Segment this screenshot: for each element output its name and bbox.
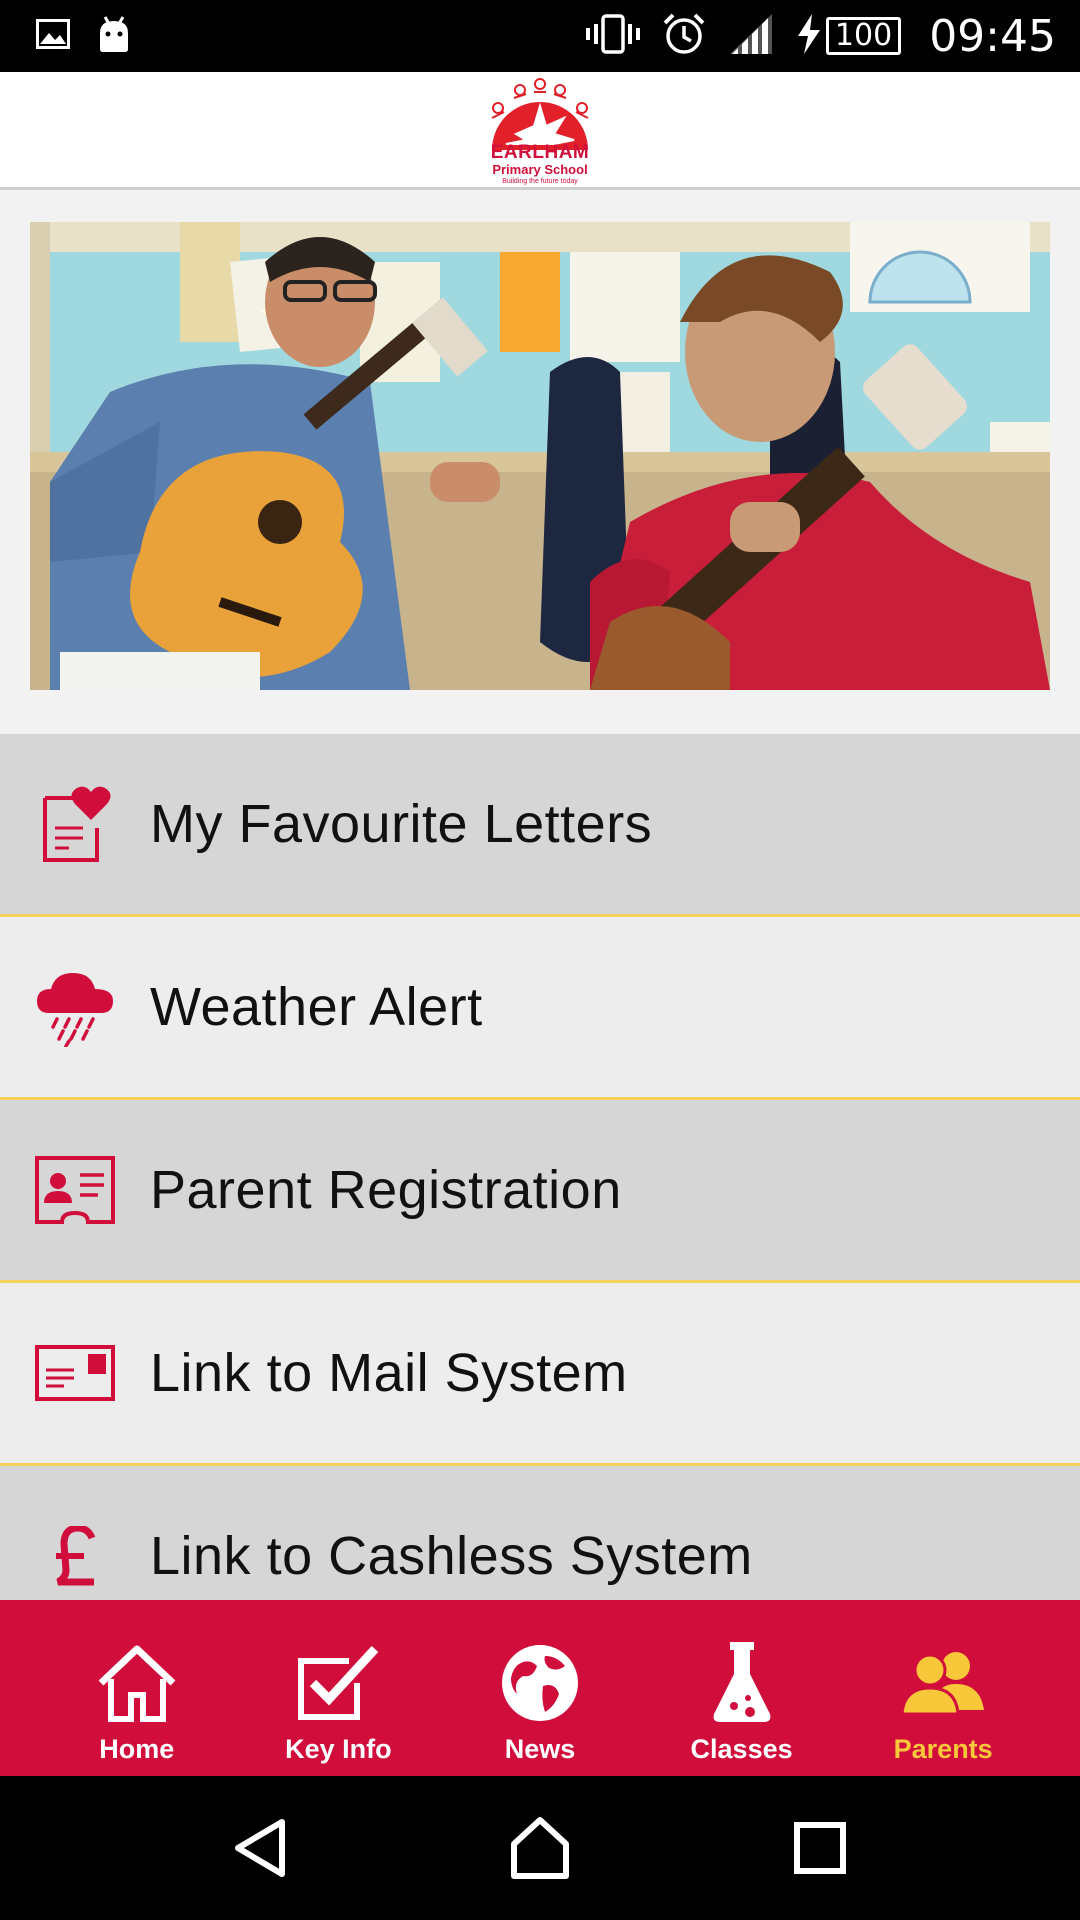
alarm-icon [662,12,706,61]
status-bar: 100 09:45 [0,0,1080,72]
tab-label: Key Info [285,1734,392,1764]
logo-subtitle: Primary School [492,161,588,177]
charging-icon [796,13,822,59]
home-icon [92,1638,182,1728]
hero-photo [30,222,1050,690]
parents-menu: My Favourite Letters Weather Alert Paren… [0,734,1080,1600]
rain-cloud-icon [0,957,150,1057]
letter-heart-icon [0,774,150,874]
menu-item-favourite-letters[interactable]: My Favourite Letters [0,734,1080,917]
logo-tagline: Building the future today [502,177,578,185]
menu-item-label: Weather Alert [150,977,483,1037]
image-icon [36,18,70,54]
tab-home[interactable]: Home [37,1600,237,1776]
school-logo[interactable]: EARLHAM Primary School Building the futu… [470,72,610,188]
home-nav-icon[interactable] [490,1798,590,1898]
menu-item-label: Parent Registration [150,1160,622,1220]
android-icon [96,15,132,58]
tab-label: Parents [893,1734,993,1764]
pound-icon [0,1506,150,1600]
tab-classes[interactable]: Classes [642,1600,842,1776]
recents-icon[interactable] [770,1798,870,1898]
people-icon [898,1638,988,1728]
flask-icon [697,1638,787,1728]
id-card-icon [0,1140,150,1240]
tab-news[interactable]: News [440,1600,640,1776]
battery-level: 100 [834,18,893,53]
tab-key-info[interactable]: Key Info [238,1600,438,1776]
signal-icon [728,12,774,61]
battery-icon: 100 [825,17,902,55]
menu-item-label: Link to Mail System [150,1343,628,1403]
app-screen: 100 09:45 EARLHAM Primary School Buildin… [0,0,1080,1920]
app-header: EARLHAM Primary School Building the futu… [0,72,1080,190]
menu-item-parent-registration[interactable]: Parent Registration [0,1100,1080,1283]
menu-item-mail-system[interactable]: Link to Mail System [0,1283,1080,1466]
tab-parents[interactable]: Parents [843,1600,1043,1776]
menu-item-cashless-system[interactable]: Link to Cashless System [0,1466,1080,1600]
menu-item-weather-alert[interactable]: Weather Alert [0,917,1080,1100]
globe-icon [495,1638,585,1728]
bottom-tab-bar: Home Key Info News Classes Parents [0,1600,1080,1776]
battery-indicator: 100 [796,13,902,59]
tab-label: Classes [690,1734,793,1764]
checkbox-icon [293,1638,383,1728]
menu-item-label: My Favourite Letters [150,794,653,854]
tab-label: News [504,1734,576,1764]
logo-name: EARLHAM [490,141,590,163]
system-nav-bar [0,1776,1080,1920]
status-time: 09:45 [929,10,1056,62]
vibrate-icon [585,13,640,59]
back-icon[interactable] [210,1798,310,1898]
tab-label: Home [99,1734,175,1764]
postcard-icon [0,1323,150,1423]
menu-item-label: Link to Cashless System [150,1526,753,1586]
